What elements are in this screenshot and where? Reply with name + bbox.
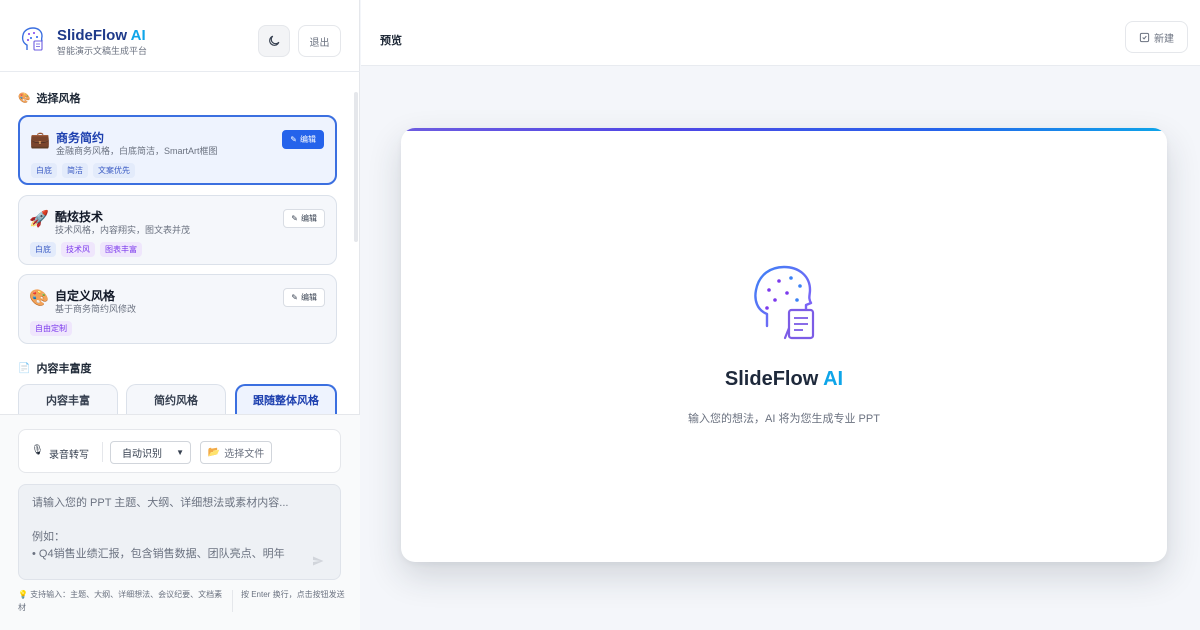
card-gradient-bar [401, 128, 1167, 131]
style-tags: 自由定制 [30, 321, 72, 336]
hint-divider [232, 590, 233, 612]
new-button[interactable]: 新建 [1125, 21, 1188, 53]
richness-section-label: 内容丰富度 [36, 363, 92, 375]
pencil-icon: ✎ [290, 135, 297, 144]
rocket-icon: 🚀 [29, 211, 49, 228]
richness-option-rich[interactable]: 内容丰富 [18, 384, 118, 414]
brand-title: SlideFlow AI [57, 27, 146, 44]
document-icon: 📄 [18, 362, 31, 374]
style-card-desc: 金融商务风格，白底简洁，SmartArt框图 [56, 146, 218, 156]
pencil-icon: ✎ [291, 293, 298, 302]
brand-ai: AI [130, 27, 146, 44]
style-tag: 图表丰富 [100, 242, 142, 257]
richness-section-title: 📄 内容丰富度 [18, 360, 91, 376]
style-card-custom[interactable]: 🎨 自定义风格 基于商务简约风修改 ✎ 编辑 自由定制 [18, 274, 337, 344]
style-card-tech[interactable]: 🚀 酷炫技术 技术风格，内容翔实，图文表并茂 ✎ 编辑 白底 技术风 图表丰富 [18, 195, 337, 265]
preview-card: SlideFlow AI 输入您的想法，AI 将为您生成专业 PPT [401, 128, 1167, 562]
input-toolbar: 🎙 录音转写 自动识别 ▼ 📂 选择文件 [18, 429, 341, 473]
style-tags: 白底 技术风 图表丰富 [30, 242, 142, 257]
style-section-title: 🎨 选择风格 [18, 90, 80, 106]
brand-subtitle: 智能演示文稿生成平台 [57, 46, 148, 56]
toolbar-divider [102, 442, 103, 462]
richness-option-concise[interactable]: 简约风格 [126, 384, 226, 414]
richness-option-follow[interactable]: 跟随整体风格 [235, 384, 337, 414]
brand-name: SlideFlow [57, 27, 128, 44]
center-title-name: SlideFlow [724, 368, 819, 390]
center-title-ai: AI [823, 368, 844, 390]
microphone-icon[interactable]: 🎙 [31, 445, 44, 456]
chevron-down-icon: ▼ [176, 448, 184, 457]
edit-style-button[interactable]: ✎ 编辑 [282, 130, 324, 149]
brain-document-icon [754, 265, 815, 340]
brain-logo-icon [21, 27, 43, 51]
palette-icon: 🎨 [18, 92, 31, 104]
edit-label: 编辑 [300, 135, 316, 144]
style-card-desc: 技术风格，内容翔实，图文表并茂 [55, 225, 191, 235]
style-section-label: 选择风格 [36, 93, 81, 105]
edit-label: 编辑 [301, 214, 317, 223]
style-card-business[interactable]: 💼 商务简约 金融商务风格，白底简洁，SmartArt框图 ✎ 编辑 白底 简洁 … [18, 115, 337, 185]
input-hint: 💡 支持输入：主题、大纲、详细想法、会议纪要、文档素材 [18, 590, 223, 612]
style-tag: 简洁 [62, 163, 88, 178]
logout-button[interactable]: 退出 [298, 25, 341, 57]
input-panel: 🎙 录音转写 自动识别 ▼ 📂 选择文件 请输入您的 PPT 主题、大纲、详细想… [0, 414, 360, 630]
choose-file-button[interactable]: 📂 选择文件 [200, 441, 272, 464]
preview-title: 预览 [380, 35, 402, 47]
preview-center-title: SlideFlow AI [401, 368, 1167, 391]
palette-icon: 🎨 [29, 290, 49, 307]
send-icon [313, 556, 324, 566]
style-tags: 白底 简洁 文案优先 [31, 163, 135, 178]
edit-style-button[interactable]: ✎ 编辑 [283, 209, 325, 228]
preview-topbar: 预览 新建 [361, 0, 1200, 66]
brand-header: SlideFlow AI 智能演示文稿生成平台 退出 [0, 0, 360, 72]
style-tag: 技术风 [61, 242, 95, 257]
new-file-icon [1139, 32, 1150, 42]
folder-icon: 📂 [207, 447, 221, 458]
settings-scroll-area[interactable]: 🎨 选择风格 💼 商务简约 金融商务风格，白底简洁，SmartArt框图 ✎ 编辑… [0, 72, 360, 414]
style-tag: 文案优先 [93, 163, 135, 178]
style-tag: 白底 [31, 163, 57, 178]
edit-style-button[interactable]: ✎ 编辑 [283, 288, 325, 307]
style-tag: 白底 [30, 242, 56, 257]
edit-label: 编辑 [301, 293, 317, 302]
send-button[interactable] [307, 550, 329, 572]
new-button-label: 新建 [1154, 33, 1174, 45]
pencil-icon: ✎ [291, 214, 298, 223]
sidebar: SlideFlow AI 智能演示文稿生成平台 退出 🎨 选择风格 💼 商务简约… [0, 0, 360, 630]
moon-icon [269, 35, 280, 46]
theme-toggle-button[interactable] [258, 25, 290, 57]
language-select-value: 自动识别 [122, 449, 162, 460]
language-select[interactable]: 自动识别 ▼ [110, 441, 191, 464]
style-card-desc: 基于商务简约风修改 [55, 304, 137, 314]
prompt-textarea[interactable]: 请输入您的 PPT 主题、大纲、详细想法或素材内容... 例如： • Q4销售业… [18, 484, 341, 580]
record-transcribe-label[interactable]: 录音转写 [49, 446, 89, 461]
preview-center-subtitle: 输入您的想法，AI 将为您生成专业 PPT [688, 413, 880, 425]
style-tag: 自由定制 [30, 321, 72, 336]
enter-hint: 按 Enter 换行，点击按钮发送 [241, 590, 345, 599]
briefcase-icon: 💼 [30, 132, 50, 149]
choose-file-label: 选择文件 [224, 449, 265, 460]
sidebar-scrollbar[interactable] [354, 92, 358, 242]
